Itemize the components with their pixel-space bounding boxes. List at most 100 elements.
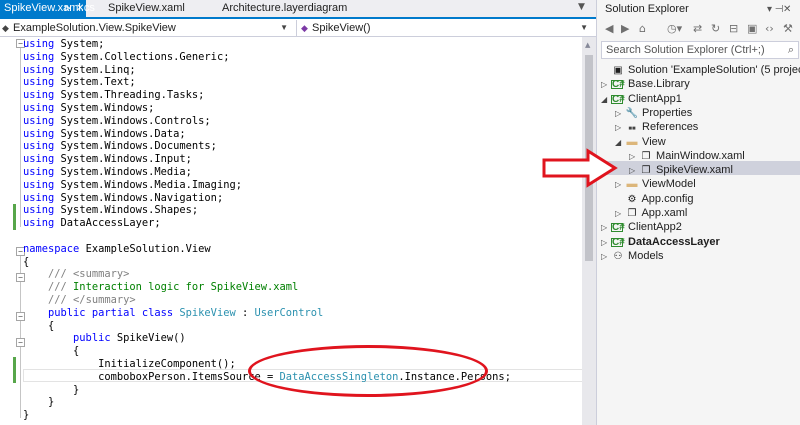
class-icon: ◆ [2,23,9,33]
fold-guide [20,47,21,227]
code-token: { [23,255,30,268]
search-icon[interactable]: ⌕ [788,42,794,58]
tree-node-label: ClientApp1 [625,92,682,105]
tree-node-label: DataAccessLayer [625,235,720,248]
collapsed-arrow-icon[interactable]: ▷ [601,250,611,264]
code-token: } [23,396,55,409]
collapsed-arrow-icon[interactable]: ▷ [601,221,611,235]
tab-overflow-dropdown-icon[interactable]: ▼ [578,2,585,12]
tree-node[interactable]: ▷ C# Base.Library [601,77,690,91]
code-line: using System.Windows.Shapes; [23,204,198,217]
code-token: using [23,178,55,191]
tree-node-label: Solution 'ExampleSolution' (5 projects) [625,64,800,76]
code-token: comboboxPerson.ItemsSource = [23,370,280,383]
tree-node-label: SpikeView.xaml [653,164,733,177]
code-token: System; [60,38,105,50]
folder-icon: ▬ [626,135,638,148]
tree-node[interactable]: ◢ C# ClientApp1 [601,92,682,106]
tree-node[interactable]: ▷ ❐ SpikeView.xaml [629,163,733,177]
history-icon[interactable]: ◷▾ [667,22,682,36]
code-line: using System.Text; [23,76,136,89]
code-line: using System.Windows.Documents; [23,140,217,153]
chevron-down-icon: ▼ [580,23,588,32]
tab-architecture-layerdiagram[interactable]: Architecture.layerdiagram [218,0,347,17]
annotation-arrow [542,148,618,188]
tree-node[interactable]: ▷ ❐ App.xaml [615,206,687,220]
collapsed-arrow-icon[interactable]: ▷ [629,164,639,178]
expanded-arrow-icon[interactable]: ◢ [601,93,611,107]
code-token: System.Windows.Documents; [60,140,217,153]
collapsed-arrow-icon[interactable]: ▷ [615,121,625,135]
code-line: InitializeComponent(); [23,358,236,371]
tree-node[interactable]: ▷ 🔧 Properties [615,106,692,120]
collapsed-arrow-icon[interactable]: ▷ [601,236,611,250]
code-line: /// Interaction logic for SpikeView.xaml [23,281,298,294]
code-token: } [23,383,80,396]
tree-node-label: Models [625,249,664,262]
collapsed-arrow-icon[interactable]: ▷ [615,107,625,121]
code-line: using System.Windows.Data; [23,128,186,141]
solution-explorer-toolbar: ◀ ▶ ⌂ ◷▾ ⇄ ↻ ⊟ ▣ ‹› ⚒ [597,19,800,41]
tab-spikeview-xaml[interactable]: SpikeView.xaml [104,0,185,17]
code-line: using System.Threading.Tasks; [23,89,204,102]
code-token: UserControl [254,306,324,319]
collapsed-arrow-icon[interactable]: ▷ [601,78,611,92]
collapsed-arrow-icon[interactable]: ▷ [615,207,625,221]
wrench-icon: 🔧 [625,107,639,119]
properties-icon[interactable]: ⚒ [783,22,793,36]
xaml-file-icon: ❐ [641,165,651,177]
code-line: using System.Collections.Generic; [23,51,229,64]
tree-node-label: Properties [639,106,693,119]
tree-node[interactable]: ▷ C# ClientApp2 [601,220,682,234]
document-tab-bar: SpikeView.xaml.cs ⊳ ✕ SpikeView.xaml Arc… [0,0,596,19]
code-token: Interaction logic for SpikeView.xaml [66,281,299,294]
back-icon[interactable]: ◀ [605,22,613,36]
tree-node[interactable]: ▷ C# DataAccessLayer [601,235,720,249]
code-line: } [23,409,29,422]
code-token: /// [23,268,67,281]
code-token: System.Linq; [60,63,136,76]
code-token: System.Windows.Input; [60,153,192,166]
code-token: namespace [23,242,80,255]
show-all-files-icon[interactable]: ▣ [747,22,757,36]
close-icon[interactable]: ✕ [783,0,791,19]
tree-node[interactable]: ▷ ⚇ Models [601,249,664,263]
tab-spikeview-xaml-cs[interactable]: SpikeView.xaml.cs ⊳ ✕ [0,0,95,17]
solution-search-input[interactable]: Search Solution Explorer (Ctrl+;) ⌕ [601,41,799,59]
tree-node[interactable]: ⚙ App.config [615,192,694,206]
csproj-icon: C# [611,222,625,234]
close-icon[interactable]: ✕ [76,0,84,17]
tree-node[interactable]: ▷ ❐ MainWindow.xaml [629,149,745,163]
pin-icon[interactable]: ▾ ⊣ [767,0,784,19]
code-token: System.Windows.Shapes; [60,204,199,217]
code-line: using System; [23,38,104,51]
code-token: System.Threading.Tasks; [60,89,205,102]
code-token: </summary> [66,294,136,306]
pin-icon[interactable]: ⊳ [64,0,72,17]
code-line: using DataAccessLayer; [23,217,161,230]
csproj-icon: C# [611,93,625,105]
scroll-up-icon[interactable]: ▲ [585,41,590,49]
method-icon: ◆ [301,23,308,33]
chevron-down-icon: ▼ [280,23,288,32]
member-dropdown[interactable]: ◆ SpikeView() ▼ [296,20,594,36]
tree-node-label: App.xaml [639,207,688,219]
xaml-file-icon: ❐ [641,150,651,162]
tree-node[interactable]: ◢ ▬ View [615,135,666,149]
collapsed-arrow-icon[interactable]: ▷ [629,150,639,164]
type-dropdown[interactable]: ◆ ExampleSolution.View.SpikeView ▼ [0,20,294,36]
vertical-scrollbar[interactable]: ▲ [582,37,596,425]
code-token: /// [23,281,67,294]
code-view-icon[interactable]: ‹› [765,22,774,36]
forward-icon[interactable]: ▶ [621,22,629,36]
code-line: } [23,396,54,409]
code-line: { [23,345,79,358]
member-dropdown-value: SpikeView() [312,22,371,34]
tree-node[interactable]: ▷ ▬ ViewModel [615,177,696,191]
refresh-icon[interactable]: ↻ [711,22,720,36]
tree-node[interactable]: ▣ Solution 'ExampleSolution' (5 projects… [601,63,800,77]
home-icon[interactable]: ⌂ [639,22,646,36]
collapse-all-icon[interactable]: ⊟ [729,22,738,36]
sync-icon[interactable]: ⇄ [693,22,702,36]
tree-node[interactable]: ▷ ■■ References [615,120,698,134]
